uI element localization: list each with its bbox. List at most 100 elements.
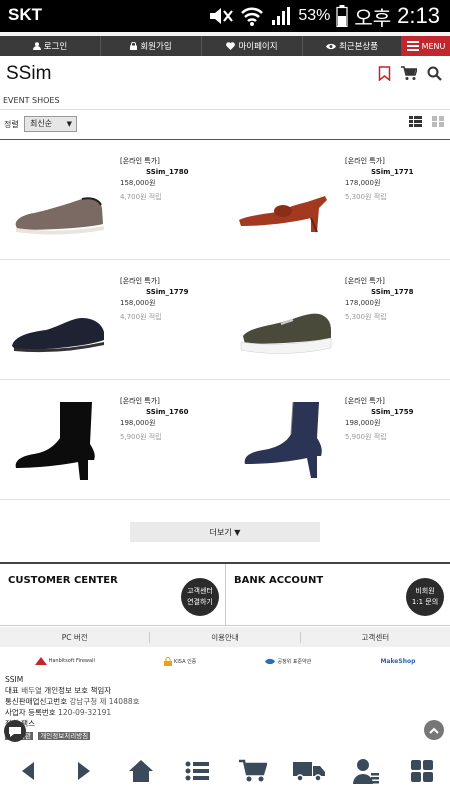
ankle-boot-image[interactable] [8, 388, 113, 483]
footer-link-pc[interactable]: PC 버전 [0, 631, 151, 643]
nav-login[interactable]: 로그인 [0, 36, 101, 56]
product-points: 4,700원 적립 [120, 313, 162, 321]
product-code[interactable]: SSim_1760 [146, 408, 220, 416]
user-icon [32, 42, 41, 50]
product-card[interactable]: [온라인 특가] SSim_1771 178,000원 5,300원 적립 [225, 140, 450, 260]
button-line: 고객센터 [187, 587, 213, 595]
product-card[interactable]: [온라인 특가] SSim_1780 158,000원 4,700원 적립 [0, 140, 225, 260]
lock-icon [130, 42, 138, 50]
cart-button[interactable] [233, 751, 273, 791]
company-line: 사업자 등록번호 120-09-32191 [5, 707, 140, 718]
product-tag: [온라인 특가] [120, 277, 160, 285]
product-code[interactable]: SSim_1759 [371, 408, 445, 416]
ftc-badge[interactable]: 공정위 표준약관 [265, 658, 311, 665]
bank-account-title: BANK ACCOUNT [234, 575, 324, 586]
privacy-policy-link[interactable]: 개인정보처리방침 [38, 732, 91, 740]
nav-recent-label: 최근본상품 [338, 42, 379, 52]
product-card[interactable]: [온라인 특가] SSim_1779 158,000원 4,700원 적립 [0, 260, 225, 380]
list-view-icon[interactable] [409, 116, 422, 127]
connect-customer-center-button[interactable]: 고객센터 연결하기 [181, 578, 219, 616]
forward-button[interactable] [64, 751, 104, 791]
grid-view-icon[interactable] [432, 116, 444, 127]
mute-icon [210, 8, 234, 24]
eye-icon [325, 43, 336, 49]
divider [0, 109, 450, 110]
firewall-icon [34, 657, 47, 665]
privacy-officer-label: 개인정보 보호 책임자 [44, 686, 112, 695]
badge-label: Hanbitsoft Firewall [48, 658, 95, 664]
sort-selected: 최신순 [30, 119, 53, 128]
platform-slip-on-image[interactable] [233, 288, 338, 363]
product-points: 5,900원 적립 [120, 433, 162, 441]
apps-menu-button[interactable] [402, 751, 442, 791]
user-icon [352, 759, 379, 784]
product-tag: [온라인 특가] [345, 157, 385, 165]
chat-button[interactable] [4, 720, 26, 742]
badge-label: MakeShop [380, 657, 416, 665]
cart-icon [239, 759, 268, 782]
ceo-value: 배두열 [21, 686, 42, 695]
ceo-label: 대표 [5, 686, 19, 695]
navy-ankle-boot-image[interactable] [233, 388, 338, 483]
chevron-down-icon: ▼ [66, 120, 72, 128]
company-line: 통신판매업신고번호 강남구청 제 14088호 [5, 696, 140, 707]
certification-badges: Hanbitsoft Firewall KISA 인증 공정위 표준약관 Mak… [0, 652, 450, 670]
product-card[interactable]: [온라인 특가] SSim_1778 178,000원 5,300원 적립 [225, 260, 450, 380]
lock-icon [164, 656, 173, 666]
view-toggle [409, 116, 444, 127]
list-icon [185, 761, 209, 781]
forward-arrow-icon [78, 762, 91, 780]
status-icons: 53% 오후 2:13 [208, 2, 440, 30]
top-nav: 로그인 회원가입 마이페이지 최근본상품 MENU [0, 36, 450, 56]
product-price: 178,000원 [345, 299, 381, 307]
signal-icon [272, 7, 291, 25]
load-more-button[interactable]: 더보기 ▼ [130, 522, 320, 542]
nav-signup[interactable]: 회원가입 [101, 36, 202, 56]
clock-time: 2:13 [397, 3, 440, 28]
loafer-image[interactable] [8, 288, 113, 363]
nav-recent[interactable]: 최근본상품 [303, 36, 402, 56]
cart-icon[interactable] [401, 66, 417, 81]
home-icon [128, 760, 153, 782]
customer-center-title: CUSTOMER CENTER [8, 575, 118, 586]
product-info: [온라인 특가] SSim_1780 158,000원 4,700원 적립 [120, 156, 220, 202]
slip-on-sneaker-image[interactable] [8, 168, 113, 243]
search-icon[interactable] [427, 66, 442, 81]
product-code[interactable]: SSim_1778 [371, 288, 445, 296]
footer-link-guide[interactable]: 이용안내 [150, 631, 301, 643]
truck-icon [293, 762, 326, 782]
footer-link-support[interactable]: 고객센터 [301, 632, 450, 643]
sort-select[interactable]: 최신순 ▼ [24, 116, 77, 132]
bookmark-icon[interactable] [378, 66, 391, 81]
sort-bar: 정렬 최신순 ▼ [0, 113, 450, 135]
product-code[interactable]: SSim_1771 [371, 168, 445, 176]
kisa-badge[interactable]: KISA 인증 [164, 656, 196, 666]
carrier-label: SKT [8, 5, 42, 24]
my-account-button[interactable] [346, 751, 386, 791]
header-icons [378, 66, 442, 81]
product-row: [온라인 특가] SSim_1779 158,000원 4,700원 적립 [온… [0, 260, 450, 380]
nav-mypage[interactable]: 마이페이지 [202, 36, 303, 56]
guest-inquiry-button[interactable]: 비회원 1:1 문의 [406, 578, 444, 616]
product-code[interactable]: SSim_1780 [146, 168, 220, 176]
site-logo[interactable]: SSim [6, 63, 51, 85]
product-card[interactable]: [온라인 특가] SSim_1759 198,000원 5,900원 적립 [225, 380, 450, 500]
back-button[interactable] [8, 751, 48, 791]
product-code[interactable]: SSim_1779 [146, 288, 220, 296]
header: SSim [0, 56, 450, 92]
suede-pump-image[interactable] [233, 168, 338, 243]
delivery-button[interactable] [289, 751, 329, 791]
scroll-top-button[interactable] [424, 720, 444, 740]
firewall-badge[interactable]: Hanbitsoft Firewall [34, 657, 95, 665]
breadcrumb: EVENT SHOES [3, 96, 60, 105]
nav-login-label: 로그인 [43, 42, 68, 52]
menu-button[interactable]: MENU [402, 36, 450, 56]
product-info: [온라인 특가] SSim_1759 198,000원 5,900원 적립 [345, 396, 445, 442]
makeshop-badge[interactable]: MakeShop [380, 658, 415, 665]
grid-icon [410, 760, 433, 782]
home-button[interactable] [121, 751, 161, 791]
product-card[interactable]: [온라인 특가] SSim_1760 198,000원 5,900원 적립 [0, 380, 225, 500]
product-info: [온라인 특가] SSim_1779 158,000원 4,700원 적립 [120, 276, 220, 322]
support-section: CUSTOMER CENTER 고객센터 연결하기 BANK ACCOUNT 비… [0, 562, 450, 626]
category-list-button[interactable] [177, 751, 217, 791]
